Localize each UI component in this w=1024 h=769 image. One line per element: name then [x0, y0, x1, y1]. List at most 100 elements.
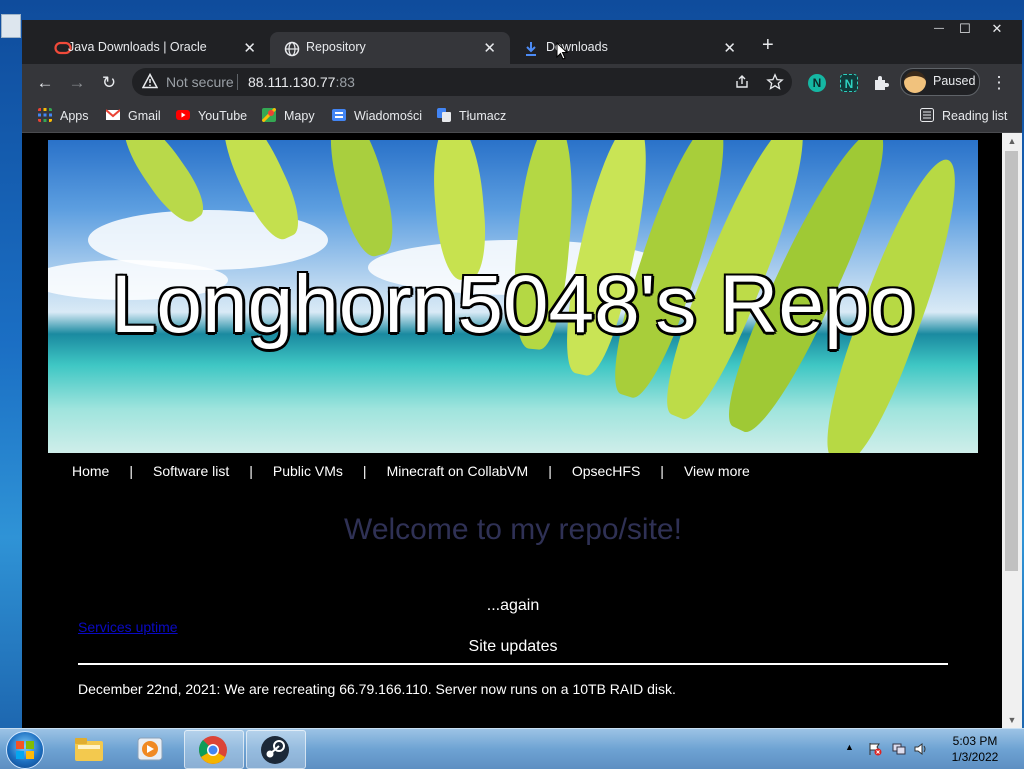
nav-separator: | [129, 463, 133, 479]
services-uptime-link[interactable]: Services uptime [78, 619, 178, 635]
apps-grid-icon [38, 108, 52, 122]
bookmark-label: Apps [60, 109, 89, 123]
reading-list-button[interactable]: Reading list [920, 106, 1007, 126]
address-bar[interactable]: Not secure 88.111.130.77:83 [132, 68, 792, 96]
clock-time: 5:03 PM [952, 734, 998, 748]
clock-date: 1/3/2022 [951, 750, 999, 764]
news-icon [332, 109, 346, 121]
desktop-file-icon[interactable] [1, 14, 21, 38]
desktop-icons-strip [0, 0, 22, 730]
url-host: 88.111.130.77 [248, 74, 336, 90]
nav-public-vms[interactable]: Public VMs [273, 463, 343, 479]
site-updates-heading: Site updates [468, 638, 558, 655]
system-clock[interactable]: 5:03 PM 1/3/2022 [940, 733, 1010, 765]
close-window-button[interactable]: ✕ [982, 20, 1012, 38]
scroll-thumb[interactable] [1005, 151, 1018, 571]
windows-logo-icon [16, 741, 34, 759]
bookmark-apps[interactable]: Apps [38, 106, 89, 126]
url-text[interactable]: 88.111.130.77:83 [248, 74, 355, 90]
volume-icon[interactable] [914, 742, 928, 756]
tab-close-button[interactable]: ✕ [243, 39, 256, 57]
browser-window: Java Downloads | Oracle ✕ Repository ✕ D… [22, 20, 1022, 728]
gmail-icon [106, 109, 120, 120]
nav-opsechfs[interactable]: OpsecHFS [572, 463, 640, 479]
reload-button[interactable]: ↻ [98, 72, 120, 94]
nav-separator: | [660, 463, 664, 479]
bookmark-label: Wiadomości [354, 109, 423, 123]
scroll-down-icon[interactable]: ▼ [1002, 712, 1022, 728]
bookmarks-bar: Apps Gmail YouTube Mapy Wiadomości Tłuma… [22, 102, 1022, 133]
again-text: ...again [486, 597, 540, 614]
reading-list-label: Reading list [942, 109, 1008, 123]
news-item: December 22nd, 2021: We are recreating 6… [78, 681, 676, 697]
page-scrollbar[interactable]: ▲ ▼ [1002, 133, 1022, 728]
folder-icon [75, 738, 103, 761]
action-center-icon[interactable] [868, 742, 882, 756]
nav-minecraft-collabvm[interactable]: Minecraft on CollabVM [387, 463, 529, 479]
url-port: :83 [335, 74, 355, 90]
tab-bar: Java Downloads | Oracle ✕ Repository ✕ D… [22, 20, 1022, 66]
download-icon [526, 42, 536, 56]
nav-separator: | [362, 463, 367, 479]
translate-icon [437, 108, 451, 122]
mouse-cursor-icon [556, 42, 568, 60]
taskbar-media-player[interactable] [122, 730, 180, 767]
tab-close-button[interactable]: ✕ [723, 39, 736, 57]
youtube-icon [176, 110, 190, 120]
nav-software-list[interactable]: Software list [153, 463, 229, 479]
extension-n-green-icon[interactable]: N [808, 74, 826, 92]
maps-icon [262, 108, 276, 122]
tab-title: Java Downloads | Oracle [68, 40, 207, 54]
scroll-up-icon[interactable]: ▲ [1002, 133, 1022, 149]
bookmark-wiadomosci[interactable]: Wiadomości [332, 106, 422, 126]
maximize-button[interactable]: ☐ [950, 20, 980, 38]
nav-separator: | [548, 463, 552, 479]
taskbar-explorer[interactable] [60, 730, 118, 767]
globe-icon [284, 41, 300, 57]
page-viewport: Longhorn5048's Repo Home | Software list… [22, 133, 1022, 728]
taskbar: ▲ 5:03 PM 1/3/2022 [0, 728, 1024, 769]
avatar [904, 71, 926, 93]
bookmark-label: Tłumacz [459, 109, 507, 123]
share-icon[interactable] [734, 74, 750, 90]
bookmark-mapy[interactable]: Mapy [262, 106, 315, 126]
bookmark-star-icon[interactable] [766, 73, 784, 91]
profile-button[interactable]: Paused [900, 68, 980, 96]
chrome-icon [199, 736, 227, 764]
profile-status: Paused [933, 74, 976, 88]
taskbar-steam[interactable] [246, 730, 306, 769]
start-button[interactable] [6, 731, 44, 769]
bookmark-gmail[interactable]: Gmail [106, 106, 161, 126]
bookmark-label: YouTube [198, 109, 248, 123]
tab-java-downloads[interactable]: Java Downloads | Oracle ✕ [34, 32, 270, 66]
extensions-puzzle-icon[interactable] [872, 74, 890, 92]
network-icon[interactable] [892, 742, 906, 756]
bookmark-label: Mapy [284, 109, 315, 123]
hero-title: Longhorn5048's Repo [110, 259, 916, 350]
back-button[interactable]: ← [34, 72, 56, 94]
extension-n-teal-icon[interactable]: N [840, 74, 858, 92]
site-navigation: Home | Software list | Public VMs | Mine… [72, 453, 750, 489]
tab-close-button[interactable]: ✕ [483, 39, 496, 57]
security-status[interactable]: Not secure [166, 74, 234, 90]
new-tab-button[interactable]: + [762, 34, 774, 57]
warning-icon[interactable] [142, 73, 158, 89]
nav-separator: | [249, 463, 253, 479]
bookmark-youtube[interactable]: YouTube [176, 106, 247, 126]
nav-home[interactable]: Home [72, 463, 109, 479]
tab-downloads[interactable]: Downloads ✕ [510, 32, 750, 66]
nav-view-more[interactable]: View more [684, 463, 750, 479]
tab-repository[interactable]: Repository ✕ [270, 32, 510, 66]
tab-title: Repository [306, 40, 366, 54]
browser-toolbar: ← → ↻ Not secure 88.111.130.77:83 N N Pa… [22, 64, 1022, 102]
media-player-icon [137, 737, 163, 761]
bookmark-tlumacz[interactable]: Tłumacz [437, 106, 506, 126]
reading-list-icon [920, 108, 934, 122]
show-hidden-icons-icon[interactable]: ▲ [845, 742, 859, 756]
welcome-heading: Welcome to my repo/site! [344, 513, 682, 546]
hero-banner: Longhorn5048's Repo [48, 140, 978, 453]
menu-button[interactable]: ⋮ [988, 72, 1010, 94]
taskbar-chrome[interactable] [184, 730, 244, 769]
bookmark-label: Gmail [128, 109, 161, 123]
forward-button[interactable]: → [66, 72, 88, 94]
